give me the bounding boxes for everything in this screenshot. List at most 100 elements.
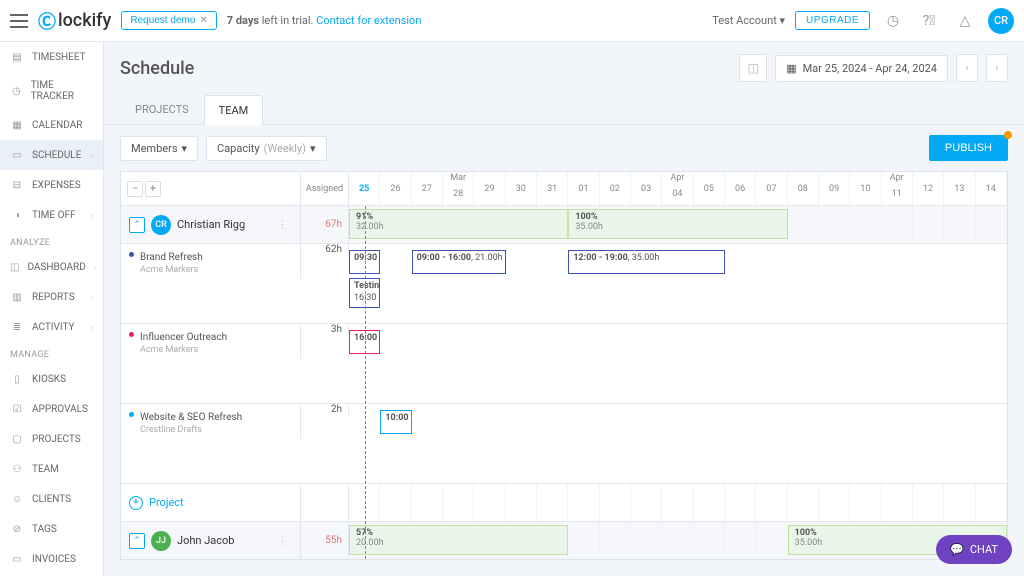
day-header: 27 (412, 172, 443, 205)
day-header: 29 (474, 172, 505, 205)
task-bar[interactable]: Testing...16:30 -... (349, 278, 380, 308)
tab-projects[interactable]: PROJECTS (120, 94, 204, 124)
next-button[interactable]: › (986, 54, 1008, 82)
sidebar-item-timesheet[interactable]: ▤TIMESHEET (0, 42, 103, 72)
sidebar-item-time-tracker[interactable]: ◷TIME TRACKER (0, 72, 103, 110)
capacity-bar[interactable]: 57%20.00h (349, 525, 568, 555)
chevron-right-icon: › (91, 293, 93, 302)
sidebar-item-label: APPROVALS (32, 404, 88, 415)
sidebar-item-label: CLIENTS (32, 494, 71, 505)
collapse-all-button[interactable]: − (127, 181, 143, 197)
invoices-icon: ▭ (10, 552, 24, 566)
day-header: 31 (537, 172, 568, 205)
top-bar: Ⓒlockify Request demo✕ 7 days left in tr… (0, 0, 1024, 42)
sidebar-item-calendar[interactable]: ▦CALENDAR (0, 110, 103, 140)
chart-toggle-button[interactable]: ◫ (739, 54, 767, 82)
tags-icon: ⊘ (10, 522, 24, 536)
sidebar-item-activity[interactable]: ≣ACTIVITY› (0, 312, 103, 342)
day-header: Apr11 (882, 172, 913, 205)
task-bar[interactable]: 10:00 -... (380, 410, 411, 434)
menu-icon[interactable] (10, 14, 28, 28)
sidebar-item-clients[interactable]: ☺CLIENTS (0, 484, 103, 514)
prev-button[interactable]: ‹ (956, 54, 978, 82)
contact-link[interactable]: Contact for extension (316, 14, 421, 27)
user-hours: 67h (301, 206, 349, 243)
account-menu[interactable]: Test Account ▾ (712, 14, 785, 27)
project-dot-icon (129, 252, 134, 257)
day-header: 02 (600, 172, 631, 205)
project-name: Brand Refresh (140, 252, 203, 263)
help-icon[interactable]: ?⃝ (916, 8, 942, 34)
day-header: 10 (850, 172, 881, 205)
sidebar-item-projects[interactable]: ▢PROJECTS (0, 424, 103, 454)
sidebar-item-approvals[interactable]: ☑APPROVALS (0, 394, 103, 424)
capacity-bar[interactable]: 91%32.00h (349, 209, 568, 239)
user-avatar: JJ (151, 531, 171, 551)
upgrade-button[interactable]: UPGRADE (795, 11, 870, 30)
sidebar-item-label: CALENDAR (32, 120, 82, 131)
sidebar-item-reports[interactable]: ▥REPORTS› (0, 282, 103, 312)
user-hours: 55h (301, 522, 349, 559)
user-name: John Jacob (177, 534, 234, 547)
day-header: 12 (913, 172, 944, 205)
sidebar-item-kiosks[interactable]: ▯ KIOSKS (0, 364, 103, 394)
day-header: 05 (694, 172, 725, 205)
expand-all-button[interactable]: + (145, 181, 161, 197)
avatar[interactable]: CR (988, 8, 1014, 34)
sidebar-item-team[interactable]: ⚇TEAM (0, 454, 103, 484)
sidebar-item-tags[interactable]: ⊘TAGS (0, 514, 103, 544)
sidebar-item-time-off[interactable]: ◑TIME OFF› (0, 200, 103, 230)
sidebar-item-label: DASHBOARD (27, 262, 85, 273)
sidebar-item-schedule[interactable]: ▭SCHEDULE› (0, 140, 103, 170)
row-menu-icon[interactable]: ⋮ (273, 534, 292, 547)
kiosks-icon: ▯ (10, 372, 24, 386)
capacity-bar[interactable]: 100%35.00h (568, 209, 787, 239)
dashboard-icon: ◫ (10, 260, 19, 274)
members-filter[interactable]: Members ▾ (120, 136, 198, 161)
project-dot-icon (129, 412, 134, 417)
project-row: Website & SEO RefreshCrestline Drafts 2h… (121, 404, 1007, 484)
collapse-button[interactable]: ⌃ (129, 533, 145, 549)
project-hours: 3h (301, 324, 349, 335)
sidebar: ▤TIMESHEET◷TIME TRACKER▦CALENDAR ▭ SCHEDUL… (0, 42, 104, 576)
sidebar-item-expenses[interactable]: ⊟EXPENSES (0, 170, 103, 200)
task-bar[interactable]: 09:30 -... (349, 250, 380, 274)
project-name: Website & SEO Refresh (140, 412, 242, 423)
client-name: Acme Markers (140, 345, 227, 355)
date-range-picker[interactable]: ▦ Mar 25, 2024 - Apr 24, 2024 (775, 55, 948, 82)
day-header: 06 (725, 172, 756, 205)
sidebar-item-label: TIME OFF (32, 210, 76, 221)
task-bar[interactable]: 16:00 -... (349, 330, 380, 354)
user-row: ⌃JJJohn Jacob⋮ 55h 57%20.00h100%35.00h (121, 522, 1007, 559)
row-menu-icon[interactable]: ⋮ (273, 218, 292, 231)
sidebar-item-label: KIOSKS (32, 374, 66, 385)
chevron-right-icon: › (91, 323, 93, 332)
close-icon[interactable]: ✕ (199, 15, 207, 26)
capacity-filter[interactable]: Capacity (Weekly) ▾ (206, 136, 326, 161)
add-project-row[interactable]: +Project (121, 484, 1007, 522)
task-bar[interactable]: 09:00 - 16:00, 21.00h (412, 250, 506, 274)
day-header: Mar28 (443, 172, 474, 205)
page-title: Schedule (120, 58, 194, 79)
sidebar-item-label: SCHEDULE (32, 150, 81, 161)
logo: Ⓒlockify (38, 8, 111, 34)
project-hours: 2h (301, 404, 349, 415)
sidebar-item-dashboard[interactable]: ◫DASHBOARD› (0, 252, 103, 282)
add-project-label: Project (149, 496, 184, 509)
timer-icon[interactable]: ◷ (880, 8, 906, 34)
sidebar-item-invoices[interactable]: ▭INVOICES (0, 544, 103, 574)
publish-button[interactable]: PUBLISH (929, 135, 1008, 161)
task-bar[interactable]: 12:00 - 19:00, 35.00h (568, 250, 725, 274)
day-header: 07 (756, 172, 787, 205)
schedule-icon: ▭ (10, 148, 24, 162)
collapse-button[interactable]: ⌃ (129, 217, 145, 233)
client-name: Acme Markers (140, 265, 203, 275)
request-demo-button[interactable]: Request demo✕ (121, 11, 216, 30)
user-avatar: CR (151, 215, 171, 235)
chat-widget[interactable]: 💬 CHAT (936, 535, 1012, 564)
sidebar-item-label: TIME TRACKER (31, 80, 93, 102)
tab-team[interactable]: TEAM (204, 95, 264, 125)
section-analyze: ANALYZE (0, 230, 103, 252)
project-hours: 62h (301, 244, 349, 255)
bell-icon[interactable]: △ (952, 8, 978, 34)
